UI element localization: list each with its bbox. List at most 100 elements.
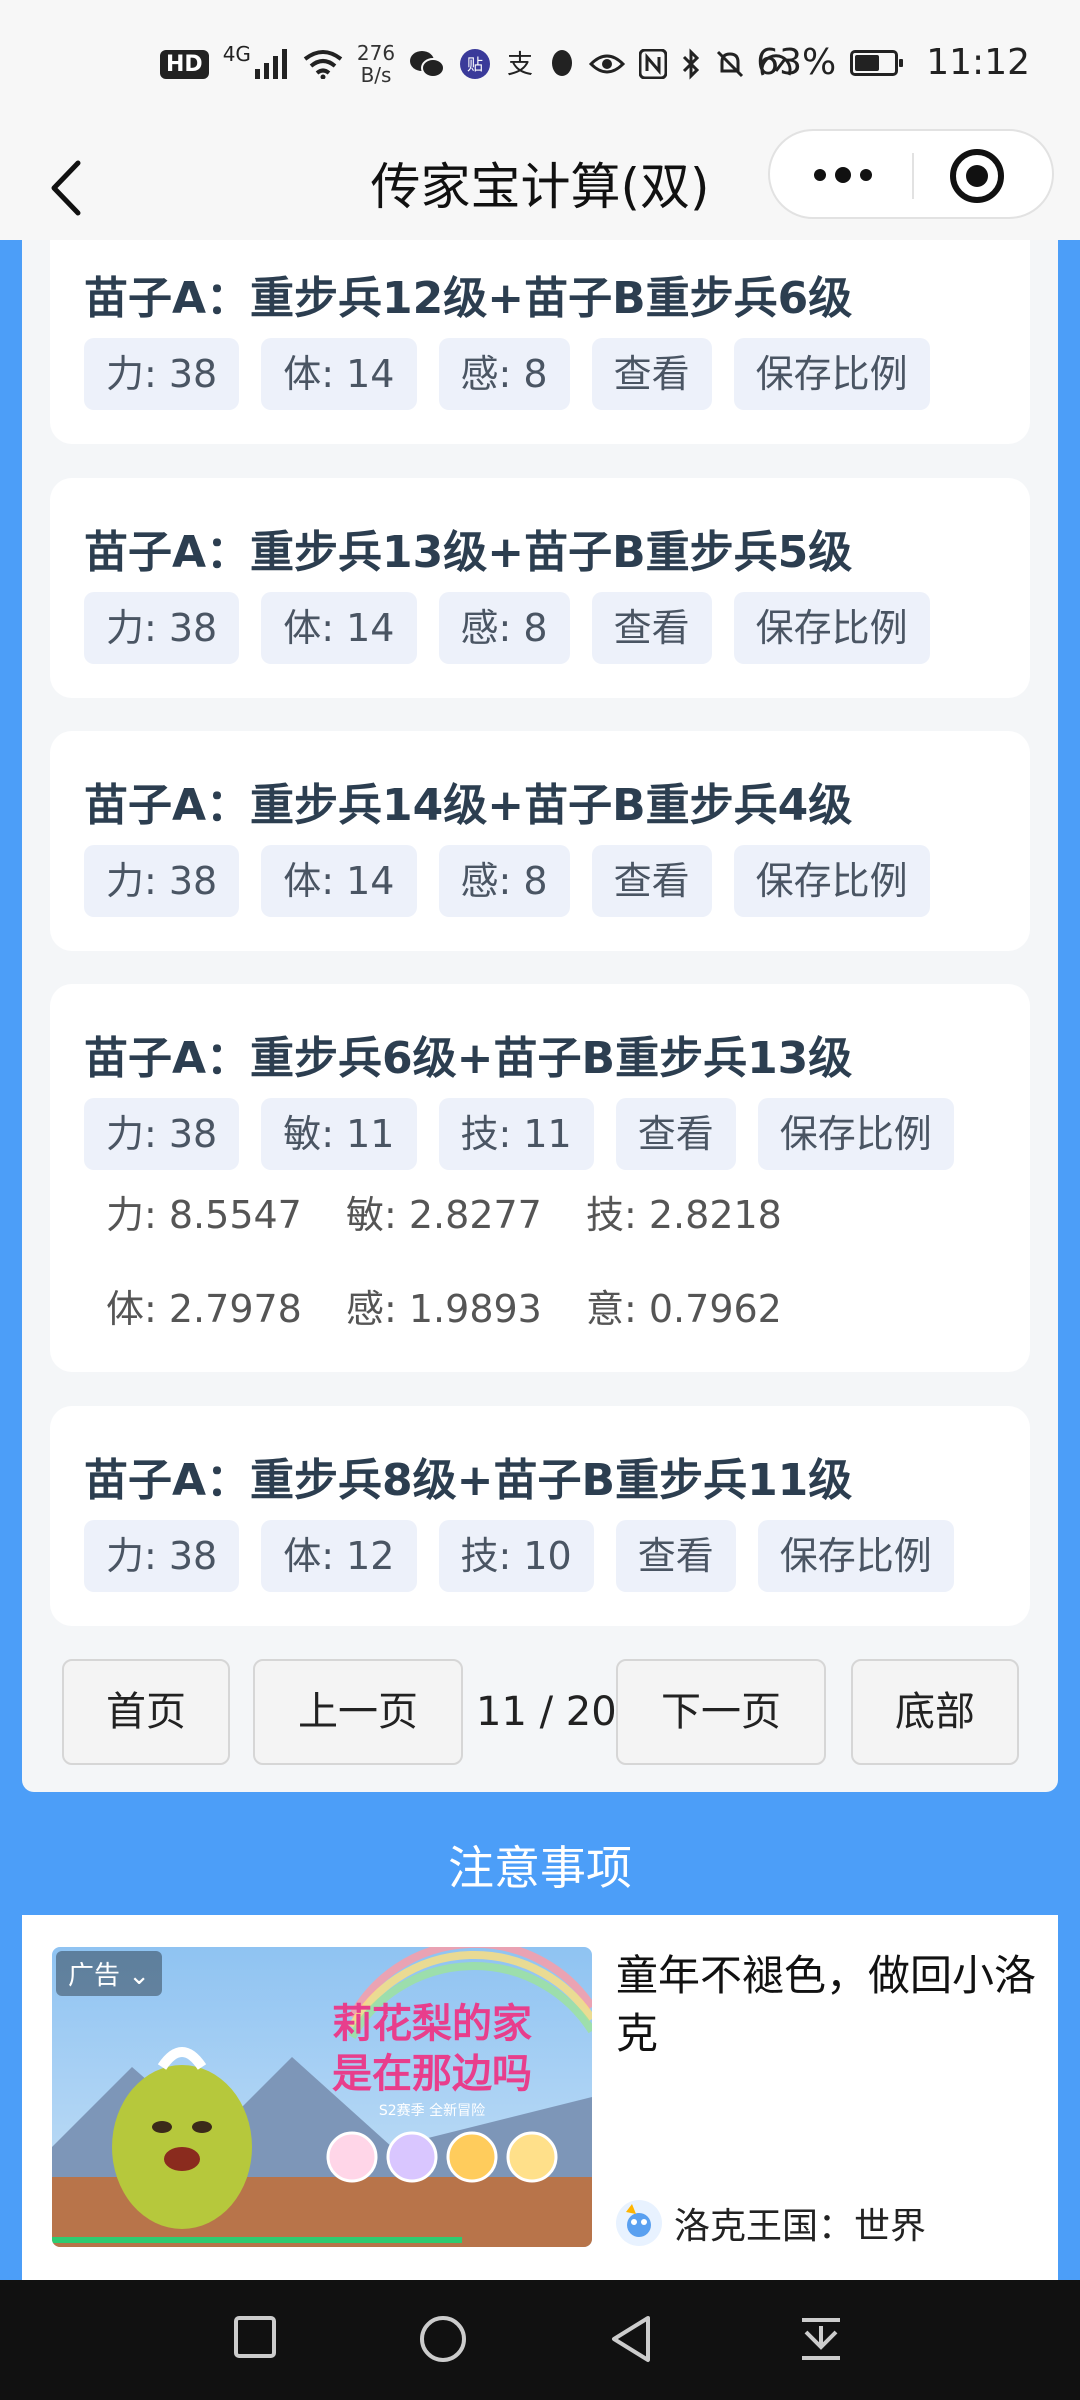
- save-ratio-button[interactable]: 保存比例: [733, 338, 930, 410]
- dropdown-notification-icon[interactable]: [798, 2314, 844, 2364]
- status-bar: HD 4G 276 B/s 贴 支 63% 11:12: [0, 0, 1080, 135]
- stat-tag: 力: 38: [84, 845, 240, 917]
- ad-badge[interactable]: 广告 ⌄: [56, 1951, 163, 1996]
- result-card: 苗子A：重步兵13级+苗子B重步兵5级 力: 38 体: 14 感: 8 查看 …: [50, 478, 1030, 698]
- mute-icon: [717, 50, 744, 78]
- speed-value: 276: [356, 41, 396, 65]
- pagination: 首页 上一页 11 / 20 下一页 底部: [40, 1659, 1040, 1765]
- ad-image[interactable]: 莉花梨的家 是在那边吗 S2赛季 全新冒险 广告 ⌄: [52, 1947, 592, 2247]
- ad-banner[interactable]: 莉花梨的家 是在那边吗 S2赛季 全新冒险 广告 ⌄ 童年不褪色，做回小洛克 洛…: [22, 1915, 1058, 2280]
- nav-bar: 传家宝计算(双): [0, 129, 1080, 240]
- card-title: 苗子A：重步兵8级+苗子B重步兵11级: [84, 1455, 853, 1506]
- card-tags: 力: 38 体: 14 感: 8 查看 保存比例: [84, 592, 930, 664]
- hd-badge: HD: [160, 49, 209, 79]
- more-icon[interactable]: [808, 155, 878, 195]
- status-icons: HD 4G 276 B/s 贴 支: [160, 42, 793, 86]
- stat-tag: 体: 14: [261, 592, 417, 664]
- stat-tag: 力: 38: [84, 1098, 240, 1170]
- ad-art-text: S2赛季 全新冒险: [379, 2102, 485, 2119]
- stat-tag: 体: 14: [261, 845, 417, 917]
- view-button[interactable]: 查看: [615, 1098, 736, 1170]
- card-tags: 力: 38 体: 14 感: 8 查看 保存比例: [84, 338, 930, 410]
- recent-apps-icon[interactable]: [232, 2314, 278, 2360]
- stat-tag: 力: 38: [84, 338, 240, 410]
- ratio-value: 感: 1.9893: [346, 1287, 542, 1331]
- svg-text:支: 支: [507, 50, 533, 79]
- stat-tag: 体: 14: [261, 338, 417, 410]
- stat-tag: 力: 38: [84, 592, 240, 664]
- wifi-icon: [303, 50, 343, 79]
- mini-program-capsule: [768, 129, 1054, 219]
- view-button[interactable]: 查看: [591, 845, 712, 917]
- speed-unit: B/s: [360, 63, 392, 87]
- home-icon[interactable]: [418, 2314, 468, 2364]
- eye-icon: [589, 54, 626, 74]
- network-type: 4G: [222, 42, 251, 66]
- back-nav-icon[interactable]: [608, 2314, 654, 2364]
- battery-percent: 63%: [756, 42, 837, 83]
- clock: 11:12: [926, 42, 1030, 83]
- ratio-row: 力: 8.5547 敏: 2.8277 技: 2.8218: [106, 1184, 826, 1239]
- result-card: 苗子A：重步兵12级+苗子B重步兵6级 力: 38 体: 14 感: 8 查看 …: [50, 240, 1030, 444]
- first-page-button[interactable]: 首页: [62, 1659, 230, 1765]
- card-tags: 力: 38 体: 14 感: 8 查看 保存比例: [84, 845, 930, 917]
- ad-brand-name: 洛克王国：世界: [674, 2206, 927, 2247]
- save-ratio-button[interactable]: 保存比例: [757, 1098, 954, 1170]
- stat-tag: 技: 10: [438, 1520, 594, 1592]
- card-title: 苗子A：重步兵14级+苗子B重步兵4级: [84, 780, 853, 831]
- status-right: 63% 11:12: [756, 42, 1030, 83]
- result-card-expanded: 苗子A：重步兵6级+苗子B重步兵13级 力: 38 敏: 11 技: 11 查看…: [50, 984, 1030, 1372]
- capsule-divider: [912, 153, 914, 199]
- ratio-value: 体: 2.7978: [106, 1287, 302, 1331]
- bottom-button[interactable]: 底部: [851, 1659, 1019, 1765]
- next-page-button[interactable]: 下一页: [616, 1659, 826, 1765]
- ratio-value: 意: 0.7962: [586, 1287, 782, 1331]
- card-title: 苗子A：重步兵6级+苗子B重步兵13级: [84, 1033, 853, 1084]
- result-card: 苗子A：重步兵14级+苗子B重步兵4级 力: 38 体: 14 感: 8 查看 …: [50, 731, 1030, 951]
- nfc-icon: [639, 49, 668, 79]
- ad-art-text: 是在那边吗: [332, 2051, 532, 2097]
- network-speed: 276 B/s: [357, 42, 395, 86]
- stat-tag: 技: 11: [438, 1098, 594, 1170]
- card-tags: 力: 38 体: 12 技: 10 查看 保存比例: [84, 1520, 954, 1592]
- stat-tag: 感: 8: [438, 592, 570, 664]
- stat-tag: 感: 8: [438, 338, 570, 410]
- card-title: 苗子A：重步兵13级+苗子B重步兵5级: [84, 527, 853, 578]
- system-navigation-bar: [0, 2280, 1080, 2400]
- stat-tag: 感: 8: [438, 845, 570, 917]
- view-button[interactable]: 查看: [591, 592, 712, 664]
- stat-tag: 敏: 11: [261, 1098, 417, 1170]
- qq-icon: [552, 50, 573, 76]
- save-ratio-button[interactable]: 保存比例: [733, 845, 930, 917]
- card-title: 苗子A：重步兵12级+苗子B重步兵6级: [84, 273, 853, 324]
- view-button[interactable]: 查看: [591, 338, 712, 410]
- wechat-icon: [410, 51, 446, 78]
- prev-page-button[interactable]: 上一页: [253, 1659, 463, 1765]
- signal-icon: [254, 49, 287, 79]
- ratio-value: 力: 8.5547: [106, 1193, 302, 1237]
- save-ratio-button[interactable]: 保存比例: [733, 592, 930, 664]
- page-indicator: 11 / 20: [476, 1689, 617, 1735]
- ad-brand-row[interactable]: 洛克王国：世界: [616, 2197, 926, 2249]
- result-card: 苗子A：重步兵8级+苗子B重步兵11级 力: 38 体: 12 技: 10 查看…: [50, 1406, 1030, 1626]
- bluetooth-icon: [683, 48, 700, 80]
- ratio-value: 敏: 2.8277: [346, 1193, 542, 1237]
- stat-tag: 力: 38: [84, 1520, 240, 1592]
- results-panel: 苗子A：重步兵12级+苗子B重步兵6级 力: 38 体: 14 感: 8 查看 …: [22, 240, 1058, 1792]
- alipay-icon: 支: [507, 50, 533, 79]
- brand-logo-icon: [616, 2200, 662, 2246]
- close-target-icon[interactable]: [948, 147, 1006, 205]
- ad-art-text: 莉花梨的家: [332, 2001, 532, 2047]
- stat-tag: 体: 12: [261, 1520, 417, 1592]
- ratio-value: 技: 2.8218: [586, 1193, 782, 1237]
- svg-text:贴: 贴: [467, 55, 483, 74]
- ad-headline[interactable]: 童年不褪色，做回小洛克: [616, 1947, 1036, 2063]
- save-ratio-button[interactable]: 保存比例: [757, 1520, 954, 1592]
- ad-badge-label: 广告: [68, 1961, 121, 1991]
- battery-icon: [850, 49, 904, 76]
- battery-level: [855, 54, 880, 71]
- view-button[interactable]: 查看: [615, 1520, 736, 1592]
- card-tags: 力: 38 敏: 11 技: 11 查看 保存比例: [84, 1098, 954, 1170]
- ratio-row: 体: 2.7978 感: 1.9893 意: 0.7962: [106, 1278, 826, 1333]
- tieba-icon: 贴: [460, 49, 491, 79]
